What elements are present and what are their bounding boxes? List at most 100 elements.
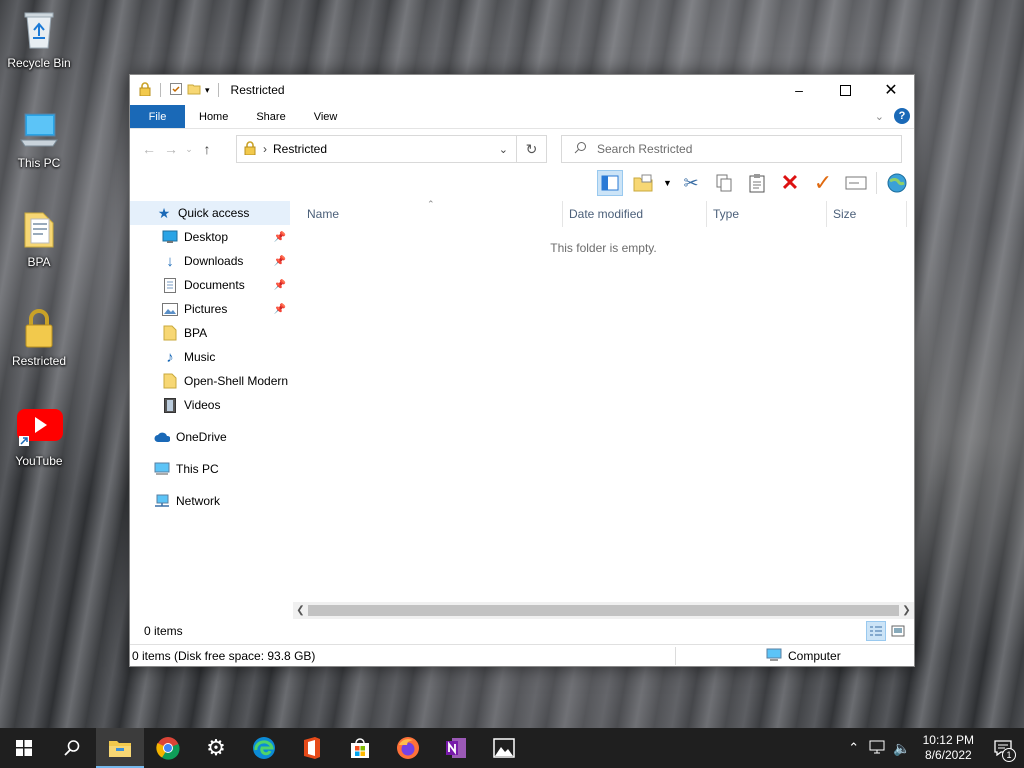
nav-item-quick-access[interactable]: ★ Quick access xyxy=(130,201,290,225)
help-icon[interactable]: ? xyxy=(894,108,910,124)
taskbar-file-explorer[interactable] xyxy=(96,728,144,768)
navigation-pane-icon[interactable] xyxy=(597,170,623,196)
column-headers: ⌃ Name Date modified Type Size xyxy=(293,199,914,227)
nav-item-desktop[interactable]: Desktop 📌 xyxy=(130,225,290,249)
minimize-button[interactable]: – xyxy=(776,75,822,105)
address-dropdown-icon[interactable]: ⌄ xyxy=(499,143,508,156)
nav-item-label: Open-Shell Modern xyxy=(184,374,289,388)
computer-icon xyxy=(766,648,782,665)
address-path[interactable]: Restricted xyxy=(273,142,327,156)
chevron-up-icon[interactable]: ⌃ xyxy=(842,740,865,756)
start-icon xyxy=(16,740,32,756)
network-icon[interactable] xyxy=(865,740,889,757)
nav-item-videos[interactable]: Videos xyxy=(130,393,290,417)
scroll-left-icon[interactable]: ❮ xyxy=(293,602,308,619)
pin-icon: 📌 xyxy=(273,279,286,291)
download-icon: ↓ xyxy=(166,252,174,270)
forward-button[interactable]: → xyxy=(160,141,182,157)
folder-options-icon[interactable] xyxy=(630,170,656,196)
nav-item-this-pc[interactable]: This PC xyxy=(130,457,290,481)
nav-item-onedrive[interactable]: OneDrive xyxy=(130,425,290,449)
rename-icon[interactable] xyxy=(843,170,869,196)
tab-share[interactable]: Share xyxy=(242,105,299,128)
up-button[interactable]: ↑ xyxy=(196,141,218,157)
details-view-button[interactable] xyxy=(866,621,886,641)
chevron-down-icon[interactable]: ▾ xyxy=(205,85,210,96)
navigation-pane: ★ Quick access Desktop 📌 ↓ Downloads 📌 D… xyxy=(130,201,290,619)
column-header-name[interactable]: Name xyxy=(301,201,563,227)
properties-icon[interactable] xyxy=(169,82,183,99)
desktop-icon-bpa[interactable]: BPA xyxy=(0,207,78,269)
nav-item-bpa[interactable]: BPA xyxy=(130,321,290,345)
separator xyxy=(217,83,219,97)
scrollbar-thumb[interactable] xyxy=(308,605,899,616)
onenote-icon xyxy=(446,738,466,758)
cut-icon[interactable]: ✂ xyxy=(678,170,704,196)
close-button[interactable]: ✕ xyxy=(868,75,914,105)
window-controls: – ✕ xyxy=(776,75,914,105)
paste-icon[interactable] xyxy=(744,170,770,196)
lock-icon xyxy=(243,140,257,158)
location-zone: Computer xyxy=(766,645,841,667)
search-input[interactable]: Search Restricted xyxy=(597,142,692,156)
ribbon-tabs: File Home Share View ⌄ ? xyxy=(130,105,914,129)
action-center-button[interactable]: 1 xyxy=(982,728,1024,768)
desktop-icon-youtube[interactable]: YouTube xyxy=(0,406,78,468)
taskbar-firefox[interactable] xyxy=(384,728,432,768)
desktop-icon-this-pc[interactable]: This PC xyxy=(0,108,78,170)
taskbar-store[interactable] xyxy=(336,728,384,768)
column-header-type[interactable]: Type xyxy=(707,201,827,227)
search-button[interactable] xyxy=(48,728,96,768)
taskbar-onenote[interactable] xyxy=(432,728,480,768)
folder-icon xyxy=(162,373,178,389)
tab-file[interactable]: File xyxy=(130,105,185,128)
refresh-button[interactable]: ↻ xyxy=(517,135,547,163)
nav-item-label: BPA xyxy=(184,326,208,340)
maximize-button[interactable] xyxy=(822,75,868,105)
navigation-bar: ← → ⌄ ↑ › Restricted ⌄ ↻ Search Restrict… xyxy=(130,129,914,169)
large-icons-view-button[interactable] xyxy=(888,621,908,641)
clock-date: 8/6/2022 xyxy=(924,748,972,762)
volume-icon[interactable]: 🔈 xyxy=(889,740,914,757)
taskbar-photos[interactable] xyxy=(480,728,528,768)
nav-item-documents[interactable]: Documents 📌 xyxy=(130,273,290,297)
notification-badge: 1 xyxy=(1002,748,1016,762)
clock[interactable]: 10:12 PM 8/6/2022 xyxy=(915,733,982,763)
nav-item-open-shell-modern[interactable]: Open-Shell Modern xyxy=(130,369,290,393)
chevron-down-icon[interactable]: ▼ xyxy=(663,178,672,188)
location-label: Computer xyxy=(788,649,841,663)
tab-home[interactable]: Home xyxy=(185,105,242,128)
tab-view[interactable]: View xyxy=(300,105,352,128)
desktop-icon-label: YouTube xyxy=(15,454,63,468)
delete-icon[interactable]: ✕ xyxy=(777,170,803,196)
new-folder-icon[interactable] xyxy=(187,82,201,99)
desktop-icon-restricted[interactable]: Restricted xyxy=(0,306,78,368)
lock-icon xyxy=(17,306,61,350)
search-box[interactable]: Search Restricted xyxy=(561,135,902,163)
taskbar-chrome[interactable] xyxy=(144,728,192,768)
desktop-icon-recycle-bin[interactable]: Recycle Bin xyxy=(0,8,78,70)
nav-item-network[interactable]: Network xyxy=(130,489,290,513)
taskbar-settings[interactable]: ⚙ xyxy=(192,728,240,768)
nav-item-pictures[interactable]: Pictures 📌 xyxy=(130,297,290,321)
taskbar-edge[interactable] xyxy=(240,728,288,768)
taskbar-office[interactable] xyxy=(288,728,336,768)
horizontal-scrollbar[interactable]: ❮ ❯ xyxy=(293,602,914,619)
recent-locations-button[interactable]: ⌄ xyxy=(182,144,196,155)
column-header-date-modified[interactable]: Date modified xyxy=(563,201,707,227)
checkmark-icon[interactable]: ✓ xyxy=(810,170,836,196)
nav-item-downloads[interactable]: ↓ Downloads 📌 xyxy=(130,249,290,273)
copy-icon[interactable] xyxy=(711,170,737,196)
star-icon: ★ xyxy=(157,204,171,221)
expand-ribbon-icon[interactable]: ⌄ xyxy=(875,110,884,123)
globe-icon[interactable] xyxy=(884,170,910,196)
back-button[interactable]: ← xyxy=(138,141,160,157)
nav-item-music[interactable]: ♪ Music xyxy=(130,345,290,369)
address-bar[interactable]: › Restricted ⌄ xyxy=(236,135,517,163)
scroll-right-icon[interactable]: ❯ xyxy=(899,602,914,619)
start-button[interactable] xyxy=(0,728,48,768)
cloud-icon xyxy=(154,429,170,445)
column-header-size[interactable]: Size xyxy=(827,201,907,227)
content-area: ★ Quick access Desktop 📌 ↓ Downloads 📌 D… xyxy=(130,199,914,645)
file-explorer-window: ▾ Restricted – ✕ File Home Share View ⌄ … xyxy=(129,74,915,667)
